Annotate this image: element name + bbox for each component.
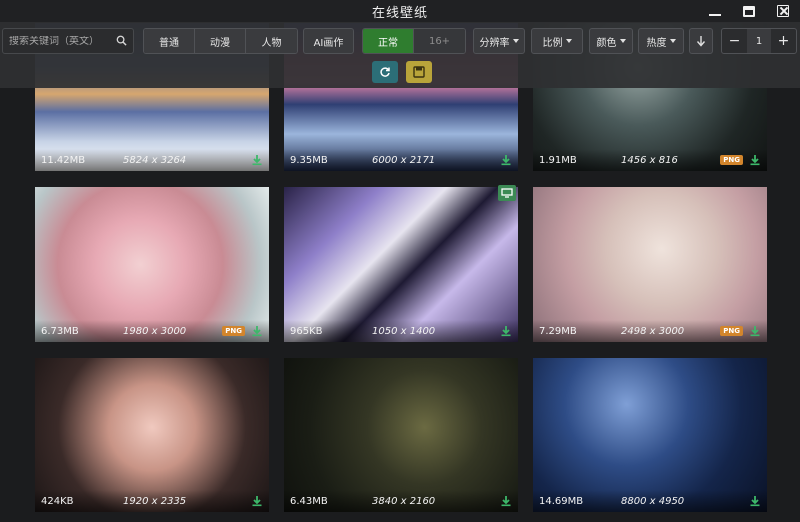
file-size: 9.35MB — [290, 154, 328, 166]
sort-order-button[interactable] — [689, 28, 713, 54]
download-icon[interactable] — [251, 495, 263, 507]
maximize-button[interactable] — [732, 0, 766, 22]
sort-dropdown[interactable]: 热度 — [638, 28, 684, 54]
wallpaper-card[interactable]: 6.73MB 1980 x 3000 PNG — [35, 187, 269, 342]
resolution: 8800 x 4950 — [621, 495, 685, 507]
download-icon[interactable] — [500, 325, 512, 337]
save-icon — [413, 66, 425, 78]
ratio-dropdown[interactable]: 比例 — [531, 28, 583, 54]
file-size: 424KB — [41, 495, 74, 507]
download-icon[interactable] — [749, 325, 761, 337]
search-input[interactable] — [9, 35, 109, 47]
wallpaper-meta: 11.42MB 5824 x 3264 — [35, 149, 269, 171]
title-bar: 在线壁纸 — [0, 0, 800, 22]
page-stepper: − 1 + — [721, 28, 797, 54]
color-dropdown[interactable]: 颜色 — [589, 28, 633, 54]
file-size: 1.91MB — [539, 154, 577, 166]
wallpaper-card[interactable]: 14.69MB 8800 x 4950 — [533, 358, 767, 512]
category-anime-button[interactable]: 动漫 — [195, 29, 246, 53]
wallpaper-meta: 965KB 1050 x 1400 — [284, 320, 518, 342]
toolbar: 普通 动漫 人物 AI画作 正常 16+ 分辨率 比例 颜色 热度 − 1 + — [0, 22, 800, 88]
ratio-label: 比例 — [542, 37, 563, 49]
save-button[interactable] — [406, 61, 432, 83]
minimize-button[interactable] — [698, 0, 732, 22]
wallpaper-meta: 6.73MB 1980 x 3000 PNG — [35, 320, 269, 342]
arrow-down-icon — [696, 36, 706, 47]
ai-art-button[interactable]: AI画作 — [303, 28, 354, 54]
refresh-button[interactable] — [372, 61, 398, 83]
resolution: 1456 x 816 — [621, 154, 678, 166]
refresh-icon — [380, 67, 390, 77]
resolution: 3840 x 2160 — [372, 495, 436, 507]
resolution: 1050 x 1400 — [372, 325, 436, 337]
search-icon[interactable] — [116, 35, 127, 46]
window-title: 在线壁纸 — [371, 5, 428, 21]
png-badge: PNG — [720, 326, 743, 336]
minimize-icon — [709, 14, 721, 16]
png-badge: PNG — [222, 326, 245, 336]
purity-group: 正常 16+ — [362, 28, 466, 54]
resolution: 5824 x 3264 — [123, 154, 187, 166]
category-general-button[interactable]: 普通 — [144, 29, 195, 53]
resolution-label: 分辨率 — [479, 37, 510, 49]
download-icon[interactable] — [749, 154, 761, 166]
download-icon[interactable] — [749, 495, 761, 507]
file-size: 965KB — [290, 325, 323, 337]
wallpaper-card[interactable]: 424KB 1920 x 2335 — [35, 358, 269, 512]
chevron-down-icon — [565, 39, 572, 43]
set-wallpaper-button[interactable] — [498, 185, 516, 201]
download-icon[interactable] — [251, 325, 263, 337]
download-icon[interactable] — [251, 154, 263, 166]
page-prev-button[interactable]: − — [722, 29, 747, 53]
wallpaper-meta: 6.43MB 3840 x 2160 — [284, 490, 518, 512]
file-size: 11.42MB — [41, 154, 86, 166]
resolution-dropdown[interactable]: 分辨率 — [473, 28, 525, 54]
wallpaper-meta: 7.29MB 2498 x 3000 PNG — [533, 320, 767, 342]
file-size: 6.73MB — [41, 325, 79, 337]
page-next-button[interactable]: + — [771, 29, 796, 53]
wallpaper-meta: 14.69MB 8800 x 4950 — [533, 490, 767, 512]
wallpaper-meta: 1.91MB 1456 x 816 PNG — [533, 149, 767, 171]
file-size: 6.43MB — [290, 495, 328, 507]
download-icon[interactable] — [500, 154, 512, 166]
download-icon[interactable] — [500, 495, 512, 507]
page-number[interactable]: 1 — [747, 29, 771, 53]
wallpaper-card[interactable]: 6.43MB 3840 x 2160 — [284, 358, 518, 512]
wallpaper-card[interactable]: 965KB 1050 x 1400 — [284, 185, 518, 342]
purity-16plus-button[interactable]: 16+ — [414, 29, 465, 53]
resolution: 1920 x 2335 — [123, 495, 187, 507]
chevron-down-icon — [619, 39, 626, 43]
sort-label: 热度 — [646, 37, 667, 49]
wallpaper-meta: 9.35MB 6000 x 2171 — [284, 149, 518, 171]
category-group: 普通 动漫 人物 — [143, 28, 298, 54]
color-label: 颜色 — [596, 37, 617, 49]
wallpaper-meta: 424KB 1920 x 2335 — [35, 490, 269, 512]
wallpaper-card[interactable]: 7.29MB 2498 x 3000 PNG — [533, 187, 767, 342]
maximize-icon — [743, 5, 755, 17]
file-size: 14.69MB — [539, 495, 584, 507]
purity-normal-button[interactable]: 正常 — [363, 29, 415, 53]
search-box — [2, 28, 134, 54]
resolution: 2498 x 3000 — [621, 325, 685, 337]
chevron-down-icon — [669, 39, 676, 43]
resolution: 1980 x 3000 — [123, 325, 187, 337]
file-size: 7.29MB — [539, 325, 577, 337]
monitor-icon — [501, 188, 513, 198]
png-badge: PNG — [720, 155, 743, 165]
close-icon — [777, 5, 789, 17]
category-people-button[interactable]: 人物 — [246, 29, 297, 53]
chevron-down-icon — [512, 39, 519, 43]
resolution: 6000 x 2171 — [372, 154, 436, 166]
window-controls — [698, 0, 800, 22]
close-button[interactable] — [766, 0, 800, 22]
